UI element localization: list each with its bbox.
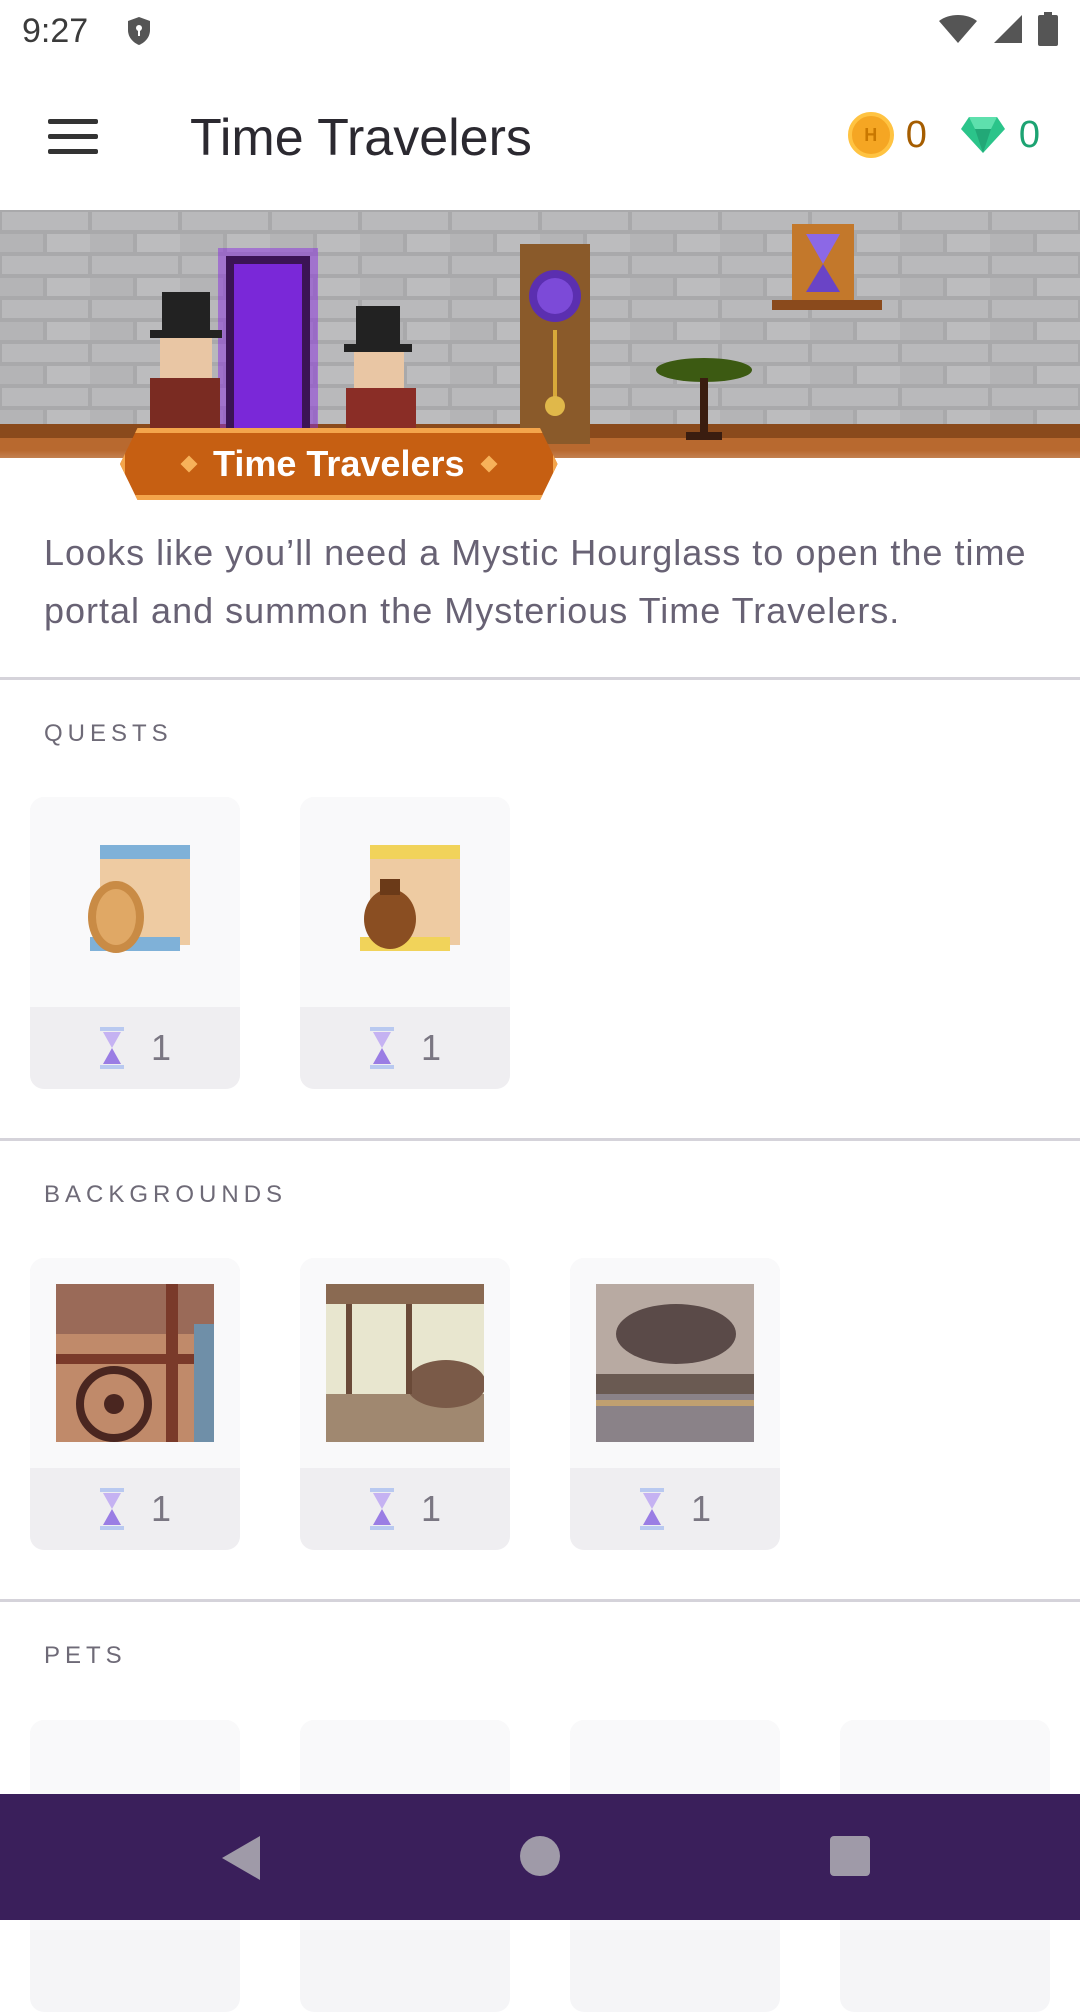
divider	[0, 1138, 1080, 1141]
background-card[interactable]: 1	[300, 1258, 510, 1550]
banner-badge-label: Time Travelers	[213, 443, 465, 484]
section-label-quests: QUESTS	[44, 720, 173, 747]
hourglass-icon	[99, 1027, 124, 1069]
price-value: 1	[420, 1027, 442, 1068]
home-icon[interactable]	[520, 1836, 560, 1876]
gold-coin-icon: H	[847, 112, 894, 158]
menu-icon[interactable]	[36, 106, 108, 166]
price-value: 1	[690, 1488, 712, 1529]
price-row: 1	[30, 1468, 240, 1550]
battery-icon	[1038, 12, 1058, 46]
quest-scroll-image	[30, 797, 240, 1007]
divider	[0, 1599, 1080, 1602]
system-nav-bar	[0, 1794, 1080, 1920]
price-value: 1	[150, 1488, 172, 1529]
quest-scroll-image	[300, 797, 510, 1007]
divider	[0, 677, 1080, 680]
background-card[interactable]: 1	[570, 1258, 780, 1550]
time-travelers-banner: Time Travelers	[0, 210, 1080, 500]
section-label-pets: PETS	[44, 1642, 127, 1669]
quest-scroll-bag-icon	[360, 845, 460, 951]
status-time: 9:27	[22, 12, 89, 50]
page-title: Time Travelers	[190, 109, 532, 167]
banner-badge: Time Travelers	[120, 428, 558, 500]
signal-icon	[994, 15, 1022, 43]
price-row: 1	[30, 1007, 240, 1089]
diamond-ornament-icon	[180, 455, 198, 473]
background-image	[30, 1258, 240, 1468]
hourglass-icon	[639, 1488, 664, 1530]
background-image	[300, 1258, 510, 1468]
status-icons	[938, 12, 1058, 46]
currency-display[interactable]: H 0 0	[847, 112, 1040, 158]
status-bar: 9:27	[0, 0, 1080, 60]
quest-card[interactable]: 1	[300, 797, 510, 1089]
gem-balance: 0	[1018, 113, 1040, 156]
shop-description: Looks like you’ll need a Mystic Hourglas…	[44, 532, 1027, 631]
gold-balance: 0	[905, 113, 927, 156]
price-row: 1	[300, 1007, 510, 1089]
hourglass-icon	[99, 1488, 124, 1530]
wifi-icon	[939, 15, 977, 43]
price-row: 1	[570, 1468, 780, 1550]
hourglass-icon	[369, 1488, 394, 1530]
price-value: 1	[150, 1027, 172, 1068]
background-image	[570, 1258, 780, 1468]
quest-scroll-egg-icon	[88, 845, 190, 953]
hourglass-icon	[369, 1027, 394, 1069]
price-row: 1	[300, 1468, 510, 1550]
section-label-backgrounds: BACKGROUNDS	[44, 1181, 288, 1208]
gem-icon	[960, 117, 1005, 153]
airship-wheel-background-thumb	[56, 1284, 214, 1442]
background-card[interactable]: 1	[30, 1258, 240, 1550]
quest-card[interactable]: 1	[30, 797, 240, 1089]
steamworks-background-thumb	[596, 1284, 754, 1442]
diamond-ornament-icon	[480, 455, 498, 473]
price-value: 1	[420, 1488, 442, 1529]
toolbar: Time Travelers H 0 0	[0, 60, 1080, 210]
back-icon[interactable]	[222, 1836, 260, 1880]
airship-deck-background-thumb	[326, 1284, 484, 1442]
recents-icon[interactable]	[830, 1836, 870, 1876]
shield-icon	[128, 17, 150, 45]
